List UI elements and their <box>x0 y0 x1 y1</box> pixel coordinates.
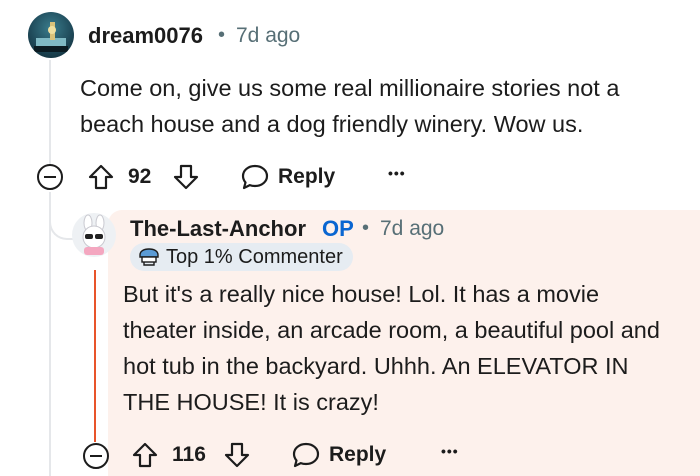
reply-more-options-button[interactable]: ••• <box>441 443 459 459</box>
reply-author[interactable]: The-Last-Anchor <box>130 216 306 242</box>
reply-body: But it's a really nice house! Lol. It ha… <box>123 281 660 415</box>
reply-reply-button[interactable]: Reply <box>291 440 386 470</box>
vote-count: 92 <box>128 165 152 188</box>
reply-reply-label: Reply <box>329 443 387 466</box>
flair-label: Top 1% Commenter <box>166 245 343 268</box>
reply-downvote-button[interactable] <box>222 440 252 470</box>
reply-thread-line <box>94 270 96 442</box>
meta-separator: • <box>218 24 226 46</box>
reply-user-avatar[interactable] <box>72 213 116 257</box>
speech-bubble-icon <box>241 164 269 190</box>
user-flair: Top 1% Commenter <box>130 243 353 271</box>
more-options-button[interactable]: ••• <box>388 165 406 181</box>
upvote-button[interactable] <box>86 162 116 192</box>
flair-badge-icon <box>139 248 159 266</box>
comment-body: Come on, give us some real millionaire s… <box>80 75 620 137</box>
comment-author[interactable]: dream0076 <box>88 23 203 49</box>
arrow-up-icon <box>88 164 114 190</box>
speech-bubble-icon <box>292 442 320 468</box>
reply-label: Reply <box>278 165 336 188</box>
arrow-down-icon <box>173 164 199 190</box>
reply-meta-separator: • <box>362 217 370 239</box>
op-badge: OP <box>322 216 354 241</box>
reply-timestamp: 7d ago <box>380 217 445 240</box>
reply-button[interactable]: Reply <box>240 162 335 192</box>
user-avatar[interactable] <box>28 12 74 58</box>
arrow-up-icon <box>132 442 158 468</box>
reply-upvote-button[interactable] <box>130 440 160 470</box>
collapse-reply-button[interactable] <box>83 443 109 469</box>
comment-timestamp: 7d ago <box>236 24 301 47</box>
thread-line-parent-lower <box>49 192 51 476</box>
thread-line-parent <box>49 60 51 170</box>
reply-vote-count: 116 <box>172 443 206 466</box>
collapse-thread-button[interactable] <box>37 164 63 190</box>
arrow-down-icon <box>224 442 250 468</box>
downvote-button[interactable] <box>171 162 201 192</box>
